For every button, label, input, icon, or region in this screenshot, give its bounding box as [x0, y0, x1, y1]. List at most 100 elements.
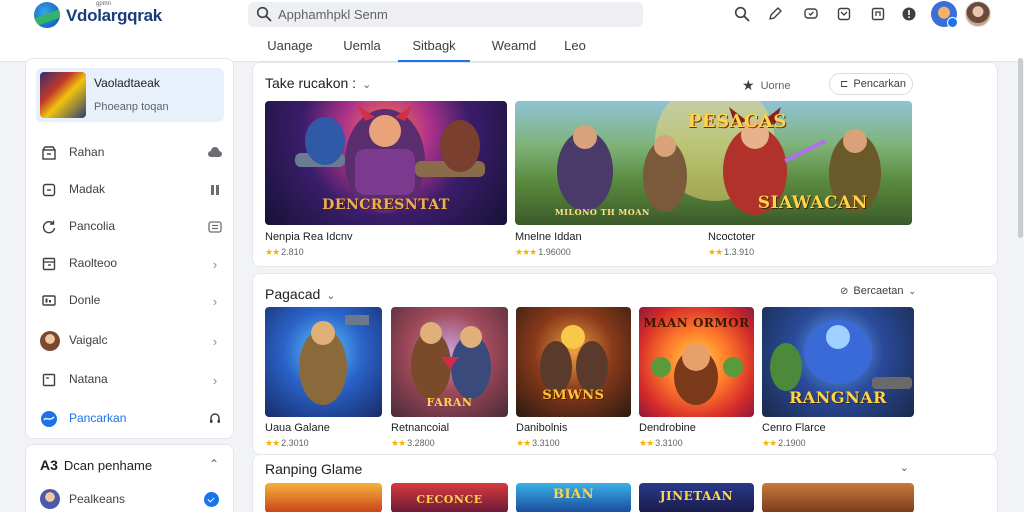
- game-banner: JINETAAN: [659, 489, 734, 503]
- tab-leo[interactable]: Leo: [558, 38, 592, 62]
- bercaetan-button[interactable]: ⊘ Bercaetan ⌄: [830, 280, 917, 302]
- game-thumbnail[interactable]: BIAN: [516, 483, 631, 512]
- chevron-down-icon: ⌄: [908, 285, 917, 296]
- pen-icon[interactable]: [766, 5, 784, 23]
- game-thumbnail[interactable]: JINETAAN: [639, 483, 754, 512]
- game-title[interactable]: Cenro Flarce: [762, 422, 826, 434]
- avatar: [40, 489, 60, 509]
- game-rating: ★★ 3.2800: [391, 438, 435, 449]
- chevron-down-icon[interactable]: ⌄: [900, 461, 909, 474]
- section-ranping: Ranping Glame ⌄ CECONCE BIAN JINETAAN: [252, 455, 998, 512]
- app-title[interactable]: Vdolargqrak: [66, 6, 162, 26]
- game-thumbnail[interactable]: RANGNAR: [762, 307, 914, 417]
- top-bar: gpmn Vdolargqrak: [0, 0, 1024, 32]
- rating-value: 1.96000: [538, 247, 571, 257]
- game-banner: SMWNS: [542, 388, 605, 403]
- game-thumbnail[interactable]: MAAN ORMOR: [639, 307, 754, 417]
- notification-icon[interactable]: [900, 5, 918, 23]
- badge-avatar[interactable]: [931, 1, 958, 28]
- user-avatar[interactable]: [965, 1, 991, 27]
- sidebar-item-natana[interactable]: Natana ›: [26, 362, 235, 398]
- rating-value: 2.1900: [778, 438, 806, 448]
- avatar: [40, 331, 60, 351]
- chevron-right-icon: ›: [212, 372, 218, 388]
- sidebar-item-rahan[interactable]: Rahan: [26, 135, 235, 171]
- star-icon: ★: [742, 77, 755, 93]
- section-title-text: Pagacad: [265, 286, 321, 302]
- star-icons: ★★: [639, 438, 654, 448]
- section-title[interactable]: Take rucakon : ⌄: [265, 75, 371, 91]
- game-thumbnail[interactable]: CECONCE: [391, 483, 508, 512]
- app-logo[interactable]: [34, 2, 60, 28]
- game-banner: FARAN: [426, 396, 473, 409]
- game-title[interactable]: Mnelne Iddan: [515, 231, 582, 243]
- star-icons: ★★: [265, 438, 280, 448]
- side-link[interactable]: ★ Uorne: [742, 77, 791, 94]
- sidebar-item-vaigalc[interactable]: Vaigalc ›: [26, 323, 235, 359]
- rating-value: 3.3100: [655, 438, 683, 448]
- tab-weamd[interactable]: Weamd: [486, 38, 542, 62]
- game-title[interactable]: Danibolnis: [516, 422, 567, 434]
- sidebar-item-label: Pancarkan: [69, 411, 127, 425]
- game-thumbnail[interactable]: FARAN: [391, 307, 508, 417]
- profile-subtitle: Phoeanp toqan: [94, 101, 169, 113]
- sidebar-item-label: Raolteoo: [69, 256, 118, 270]
- check-badge-icon: [204, 492, 219, 507]
- side-link-label: Uorne: [760, 79, 791, 92]
- section-title[interactable]: Ranping Glame: [265, 461, 362, 477]
- sidebar-item-donle[interactable]: Donle ›: [26, 283, 235, 319]
- section-title[interactable]: A3 Dcan penhame: [40, 457, 152, 473]
- scrollbar[interactable]: [1018, 58, 1023, 238]
- game-thumbnail[interactable]: [762, 483, 914, 512]
- game-title[interactable]: Uaua Galane: [265, 422, 330, 434]
- pencarkan-button[interactable]: ⊏ Pencarkan: [829, 73, 913, 95]
- bookmark-icon[interactable]: [869, 5, 887, 23]
- game-title[interactable]: Nenpia Rea Idcnv: [265, 231, 352, 243]
- sidebar-item-label[interactable]: Pealkeans: [69, 492, 125, 506]
- game-thumbnail[interactable]: DENCRESNTAT: [265, 101, 507, 225]
- sidebar-item-pancolia[interactable]: Pancolia: [26, 209, 235, 245]
- profile-card[interactable]: Vaoladtaeak Phoeanp toqan: [36, 68, 224, 122]
- rating-value: 2.810: [281, 247, 304, 257]
- profile-image: [40, 72, 86, 118]
- section-title[interactable]: Pagacad ⌄: [265, 286, 336, 302]
- tab-sitbagk[interactable]: Sitbagk: [398, 38, 470, 62]
- chevron-right-icon: ›: [212, 256, 218, 272]
- game-thumbnail[interactable]: SMWNS: [516, 307, 631, 417]
- sidebar-item-pancarkan[interactable]: Pancarkan: [26, 401, 235, 437]
- game-title[interactable]: Dendrobine: [639, 422, 696, 434]
- profile-name: Vaoladtaeak: [94, 76, 160, 90]
- game-thumbnail[interactable]: [265, 307, 382, 417]
- rating-value: 1.3.910: [724, 247, 755, 257]
- star-icons: ★★★: [515, 247, 537, 257]
- game-banner: MILONO TH MOAN: [554, 207, 650, 217]
- sidebar-item-madak[interactable]: Madak: [26, 172, 235, 208]
- game-thumbnail[interactable]: [265, 483, 382, 512]
- sidebar-item-label: Vaigalc: [69, 333, 108, 347]
- rating-value: 3.2800: [407, 438, 435, 448]
- chevron-down-icon: ⌄: [326, 290, 336, 302]
- search-input[interactable]: [278, 2, 628, 27]
- search-icon[interactable]: [733, 5, 751, 23]
- refresh-icon: [40, 218, 58, 236]
- sidebar-section-2: A3 Dcan penhame ⌃ Pealkeans: [25, 444, 234, 512]
- game-title[interactable]: Ncoctoter: [708, 231, 755, 243]
- cloud-icon: [207, 145, 223, 161]
- pause-icon: [207, 182, 223, 198]
- game-thumbnail[interactable]: PESACAS SIAWACAN MILONO TH MOAN: [515, 101, 912, 225]
- tab-uanage[interactable]: Uanage: [262, 38, 318, 62]
- search-bar[interactable]: [248, 2, 643, 27]
- star-icons: ★★: [708, 247, 723, 257]
- sidebar-item-label: Donle: [69, 293, 101, 307]
- sidebar-item-label: Pancolia: [69, 219, 116, 233]
- inbox-icon[interactable]: [835, 5, 853, 23]
- sidebar-item-raolteoo[interactable]: Raolteoo ›: [26, 246, 235, 282]
- monitor-icon: [40, 292, 58, 310]
- game-title[interactable]: Retnancoial: [391, 422, 449, 434]
- chevron-down-icon: ⌄: [362, 79, 372, 91]
- chat-icon[interactable]: [802, 5, 820, 23]
- section-title-text: Take rucakon :: [265, 75, 357, 91]
- tab-uemla[interactable]: Uemla: [336, 38, 388, 62]
- chevron-up-icon[interactable]: ⌃: [209, 457, 219, 471]
- game-rating: ★★ 3.3100: [516, 438, 560, 449]
